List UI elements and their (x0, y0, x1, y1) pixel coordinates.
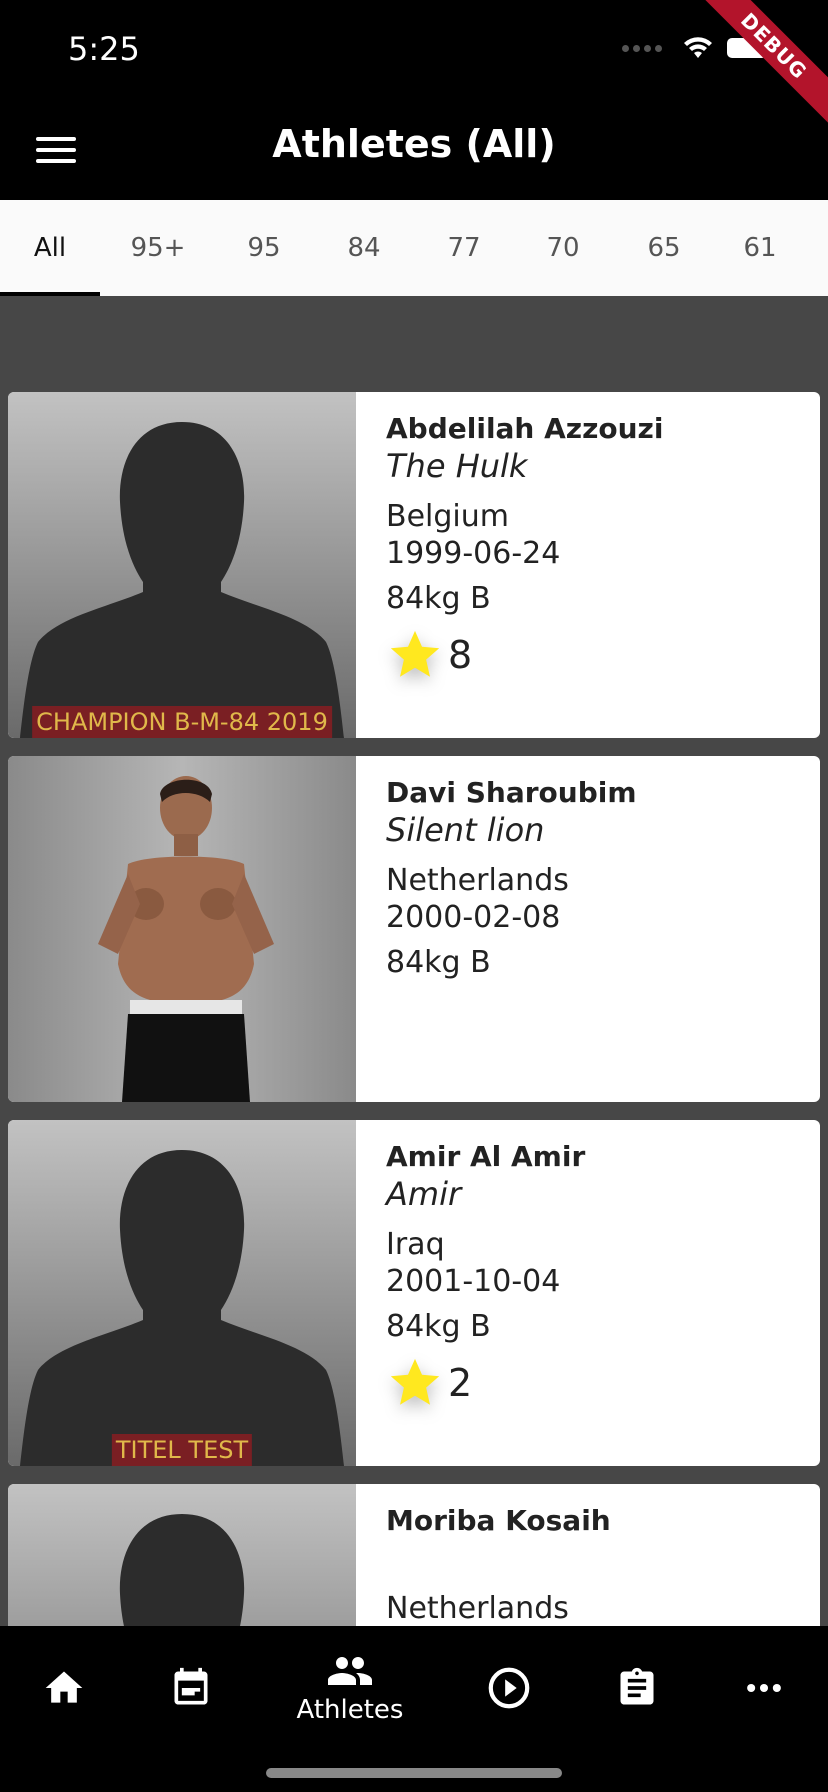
athlete-nickname: The Hulk (386, 447, 528, 485)
athlete-title-badge: TITEL TEST (111, 1434, 253, 1466)
home-icon (45, 1671, 83, 1703)
star-icon (390, 1358, 440, 1405)
athlete-stars: 8 (386, 626, 820, 684)
tab-95-plus[interactable]: 95+ (100, 200, 216, 296)
athlete-name: Davi Sharoubim (386, 776, 637, 809)
tab-61[interactable]: 61 (714, 200, 806, 296)
nav-events[interactable] (131, 1648, 251, 1728)
athlete-list[interactable]: CHAMPION B-M-84 2019 Abdelilah Azzouzi T… (0, 296, 828, 1626)
athlete-card[interactable]: CHAMPION B-M-84 2019 Abdelilah Azzouzi T… (8, 392, 820, 738)
star-count: 8 (448, 633, 473, 677)
boxer-photo (98, 776, 274, 1102)
home-indicator[interactable] (266, 1768, 562, 1778)
athlete-nickname (386, 1539, 820, 1577)
athlete-photo (8, 1484, 356, 1626)
tab-77[interactable]: 77 (416, 200, 512, 296)
clipboard-icon (620, 1667, 654, 1705)
star-count: 2 (448, 1361, 473, 1405)
nav-athletes[interactable]: Athletes (290, 1648, 410, 1728)
athlete-weight-class: 84kg B (386, 1309, 491, 1344)
athlete-country: Netherlands (386, 863, 569, 898)
athlete-weight-class: 84kg B (386, 945, 491, 980)
athlete-card[interactable]: Moriba Kosaih Netherlands (8, 1484, 820, 1626)
athlete-dob: 1999-06-24 (386, 536, 561, 571)
athlete-title-badge: CHAMPION B-M-84 2019 (32, 706, 332, 738)
nav-results[interactable] (577, 1648, 697, 1728)
athlete-info: Moriba Kosaih Netherlands (356, 1484, 820, 1626)
nav-home[interactable] (4, 1648, 124, 1728)
athlete-card[interactable]: Davi Sharoubim Silent lion Netherlands 2… (8, 756, 820, 1102)
nav-videos[interactable] (449, 1648, 569, 1728)
athlete-info: Abdelilah Azzouzi The Hulk Belgium 1999-… (356, 392, 820, 738)
signal-icon (622, 44, 662, 52)
tab-70[interactable]: 70 (512, 200, 614, 296)
nav-more[interactable] (704, 1648, 824, 1728)
wifi-icon (684, 37, 712, 58)
more-horizontal-icon (747, 1683, 781, 1693)
status-bar: 5:25 (0, 0, 828, 100)
tab-65[interactable]: 65 (614, 200, 714, 296)
status-time: 5:25 (68, 30, 140, 68)
athlete-name: Amir Al Amir (386, 1140, 586, 1173)
tab-84[interactable]: 84 (312, 200, 416, 296)
athlete-name: Abdelilah Azzouzi (386, 412, 664, 445)
athlete-info: Amir Al Amir Amir Iraq 2001-10-04 84kg B… (356, 1120, 820, 1466)
athlete-stars: 2 (386, 1354, 820, 1412)
nav-athletes-label: Athletes (296, 1695, 404, 1725)
weight-class-tabs: All 95+ 95 84 77 70 65 61 (0, 200, 828, 296)
calendar-icon (174, 1667, 208, 1705)
athlete-nickname: Amir (386, 1175, 462, 1213)
person-silhouette-icon (119, 1514, 245, 1626)
app-bar: Athletes (All) (0, 100, 828, 200)
athlete-nickname: Silent lion (386, 811, 545, 849)
people-icon (328, 1657, 372, 1685)
play-circle-icon (488, 1667, 530, 1709)
athlete-country: Netherlands (386, 1591, 569, 1626)
athlete-photo: TITEL TEST (8, 1120, 356, 1466)
star-icon (390, 630, 440, 677)
athlete-card[interactable]: TITEL TEST Amir Al Amir Amir Iraq 2001-1… (8, 1120, 820, 1466)
athlete-weight-class: 84kg B (386, 581, 491, 616)
athlete-name: Moriba Kosaih (386, 1504, 611, 1537)
tab-95[interactable]: 95 (216, 200, 312, 296)
athlete-dob: 2001-10-04 (386, 1264, 561, 1299)
athlete-photo (8, 756, 356, 1102)
athlete-info: Davi Sharoubim Silent lion Netherlands 2… (356, 756, 820, 1102)
athlete-photo: CHAMPION B-M-84 2019 (8, 392, 356, 738)
athlete-country: Belgium (386, 499, 509, 534)
tab-all[interactable]: All (0, 200, 100, 296)
person-silhouette-icon (20, 422, 344, 738)
athlete-dob: 2000-02-08 (386, 900, 561, 935)
page-title: Athletes (All) (272, 122, 556, 166)
person-silhouette-icon (20, 1150, 344, 1466)
athlete-country: Iraq (386, 1227, 445, 1262)
